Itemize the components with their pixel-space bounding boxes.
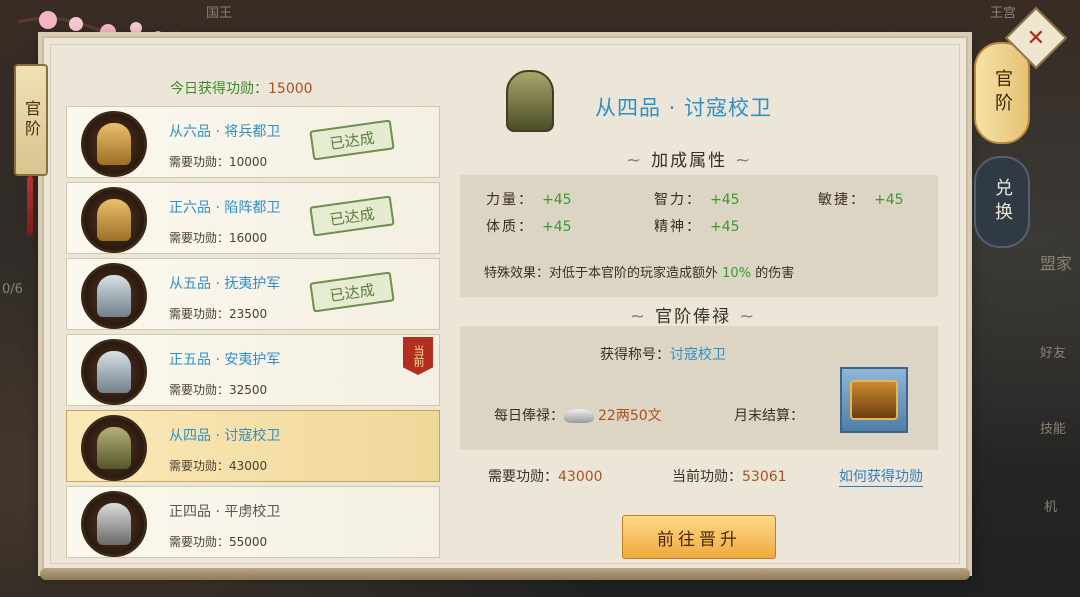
- attr-spirit: 精神： +45: [654, 219, 740, 235]
- silver-helmet-icon: [81, 263, 147, 329]
- silver-ingot-icon: [564, 409, 594, 423]
- scroll-rod-decoration: [40, 568, 970, 580]
- rank-requirement: 需要功勋：55000: [169, 535, 268, 549]
- tassel-decoration: [27, 176, 33, 236]
- rank-name: 从五品 · 抚夷护军: [169, 276, 281, 292]
- attr-constitution: 体质： +45: [486, 219, 572, 235]
- rank-requirement: 需要功勋：32500: [169, 383, 268, 397]
- daily-salary: 每日俸禄： 22两50文: [494, 408, 662, 424]
- tab-exchange[interactable]: 兑换: [974, 156, 1030, 248]
- achieved-stamp: 已达成: [309, 119, 395, 161]
- today-merit: 今日获得功勋：15000: [170, 78, 313, 98]
- today-merit-label: 今日获得功勋：: [170, 81, 268, 97]
- bg-label-side-1: 盟家: [1040, 254, 1073, 273]
- close-icon: ✕: [1026, 25, 1046, 51]
- attr-agility: 敏捷： +45: [818, 192, 904, 208]
- achieved-stamp: 已达成: [309, 271, 395, 313]
- granted-title: 获得称号：讨寇校卫: [600, 347, 726, 363]
- bonus-heading: 加成属性: [618, 146, 760, 171]
- bg-label-count: 0/6: [2, 282, 23, 297]
- left-tab-rank[interactable]: 官阶: [14, 64, 48, 176]
- rank-item[interactable]: 从五品 · 抚夷护军 需要功勋：23500 已达成: [66, 258, 440, 330]
- how-to-earn-merit-link[interactable]: 如何获得功勋: [839, 466, 923, 487]
- bg-label-king: 国王: [206, 6, 233, 21]
- attr-intelligence: 智力： +45: [654, 192, 740, 208]
- current-badge: 当前: [403, 337, 433, 375]
- rank-item[interactable]: 正四品 · 平虏校卫 需要功勋：55000: [66, 486, 440, 558]
- today-merit-value: 15000: [268, 81, 313, 97]
- rank-name: 从四品 · 讨寇校卫: [169, 428, 281, 444]
- salary-heading: 官阶俸禄: [622, 302, 764, 327]
- olive-helmet-icon: [81, 415, 147, 481]
- rank-item[interactable]: 正五品 · 安夷护军 需要功勋：32500 当前: [66, 334, 440, 406]
- olive-helmet-icon: [506, 70, 554, 132]
- rank-requirement: 需要功勋：10000: [169, 155, 268, 169]
- detail-title: 从四品 · 讨寇校卫: [595, 96, 773, 120]
- required-merit: 需要功勋：43000: [488, 469, 603, 485]
- rank-item-selected[interactable]: 从四品 · 讨寇校卫 需要功勋：43000: [66, 410, 440, 482]
- rank-requirement: 需要功勋：43000: [169, 459, 268, 473]
- bg-label-side-3: 技能: [1040, 422, 1067, 437]
- achieved-stamp: 已达成: [309, 195, 395, 237]
- silver-helmet-icon: [81, 339, 147, 405]
- monthly-settlement-label: 月末结算：: [734, 408, 804, 424]
- tab-rank[interactable]: 官阶: [974, 42, 1030, 144]
- rank-name: 正六品 · 陷阵都卫: [169, 200, 281, 216]
- rank-requirement: 需要功勋：16000: [169, 231, 268, 245]
- attr-strength: 力量： +45: [486, 192, 572, 208]
- treasure-chest-icon[interactable]: [840, 367, 908, 433]
- rank-list: 从六品 · 将兵都卫 需要功勋：10000 已达成 正六品 · 陷阵都卫 需要功…: [66, 106, 440, 562]
- rank-item[interactable]: 从六品 · 将兵都卫 需要功勋：10000 已达成: [66, 106, 440, 178]
- rank-name: 正四品 · 平虏校卫: [169, 504, 281, 520]
- current-merit: 当前功勋：53061: [672, 469, 787, 485]
- rank-item[interactable]: 正六品 · 陷阵都卫 需要功勋：16000 已达成: [66, 182, 440, 254]
- gold-helmet-icon: [81, 111, 147, 177]
- rank-name: 从六品 · 将兵都卫: [169, 124, 281, 140]
- bg-label-side-2: 好友: [1040, 346, 1067, 361]
- bg-label-side-4: 机: [1044, 500, 1058, 515]
- gold-helmet-icon: [81, 187, 147, 253]
- rank-requirement: 需要功勋：23500: [169, 307, 268, 321]
- bg-label-palace: 王宫: [990, 6, 1017, 21]
- special-effect: 特殊效果：对低于本官阶的玩家造成额外 10% 的伤害: [484, 266, 795, 281]
- grey-helmet-icon: [81, 491, 147, 557]
- rank-name: 正五品 · 安夷护军: [169, 352, 281, 368]
- promote-button[interactable]: 前往晋升: [622, 515, 776, 559]
